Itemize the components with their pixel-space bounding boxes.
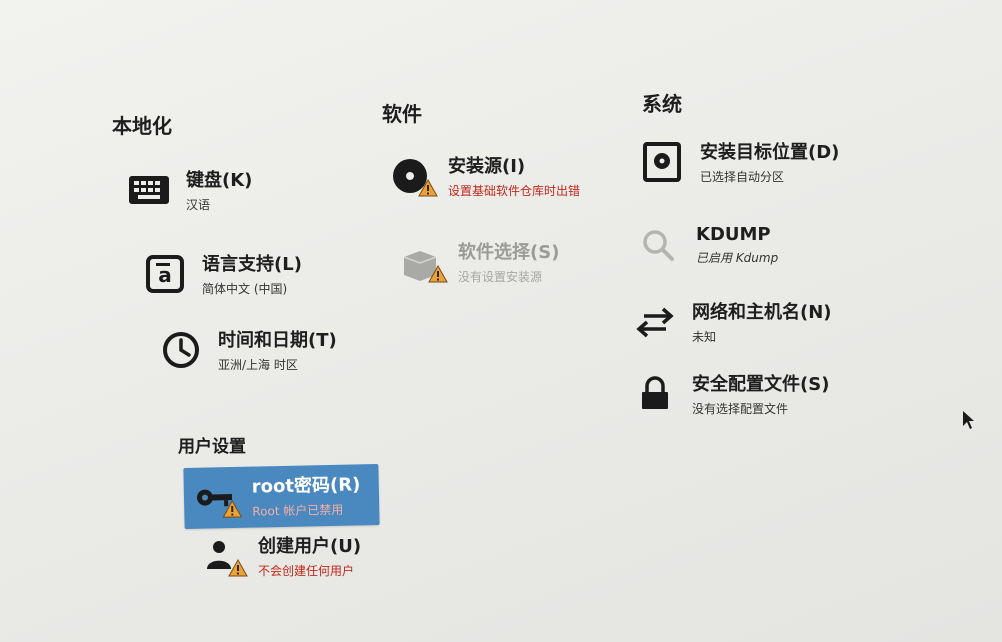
keyboard-status: 汉语 bbox=[186, 198, 211, 212]
software-heading: 软件 bbox=[382, 102, 422, 126]
language-status: 简体中文 (中国) bbox=[202, 282, 288, 296]
language-support-icon: a bbox=[142, 251, 188, 297]
root-password-status: Root 帐户已禁用 bbox=[252, 502, 344, 519]
kdump-status: 已启用 Kdump bbox=[696, 251, 779, 265]
root-password-title: root密码(R) bbox=[251, 474, 361, 498]
network-arrows-icon bbox=[632, 299, 678, 345]
hard-drive-icon bbox=[640, 139, 686, 185]
network-hostname-spoke[interactable]: 网络和主机名(N) 未知 bbox=[632, 298, 832, 345]
warning-icon bbox=[428, 264, 448, 282]
keyboard-spoke[interactable]: 键盘(K) 汉语 bbox=[126, 166, 252, 213]
key-icon bbox=[192, 473, 243, 520]
mouse-cursor-icon bbox=[963, 411, 974, 429]
package-icon bbox=[398, 239, 448, 285]
language-spoke[interactable]: a 语言支持(L) 简体中文 (中国) bbox=[142, 250, 302, 297]
warning-icon bbox=[228, 558, 248, 576]
installation-destination-spoke[interactable]: 安装目标位置(D) 已选择自动分区 bbox=[640, 138, 839, 185]
software-selection-title: 软件选择(S) bbox=[458, 242, 560, 263]
installation-summary-screen: 本地化 软件 系统 用户设置 键盘(K) 汉语 a 语言支持(L) 简体中文 (… bbox=[0, 0, 1002, 642]
root-password-spoke[interactable]: root密码(R) Root 帐户已禁用 bbox=[183, 463, 380, 530]
security-title: 安全配置文件(S) bbox=[692, 374, 830, 395]
installation-source-spoke[interactable]: 安装源(I) 设置基础软件仓库时出错 bbox=[388, 152, 580, 199]
kdump-title: KDUMP bbox=[696, 224, 771, 245]
user-icon bbox=[198, 533, 248, 579]
user-settings-heading: 用户设置 bbox=[178, 437, 246, 457]
time-title: 时间和日期(T) bbox=[218, 330, 337, 351]
time-status: 亚洲/上海 时区 bbox=[218, 358, 298, 372]
keyboard-icon bbox=[126, 167, 172, 213]
warning-icon bbox=[222, 499, 243, 518]
lock-icon bbox=[632, 371, 678, 417]
create-user-spoke[interactable]: 创建用户(U) 不会创建任何用户 bbox=[198, 532, 361, 579]
time-date-spoke[interactable]: 时间和日期(T) 亚洲/上海 时区 bbox=[158, 326, 337, 373]
create-user-title: 创建用户(U) bbox=[258, 536, 362, 557]
installation-destination-status: 已选择自动分区 bbox=[700, 170, 785, 184]
search-icon bbox=[636, 222, 682, 268]
network-title: 网络和主机名(N) bbox=[692, 302, 832, 323]
network-status: 未知 bbox=[692, 330, 717, 344]
language-title: 语言支持(L) bbox=[202, 254, 302, 275]
create-user-status: 不会创建任何用户 bbox=[258, 564, 355, 578]
system-heading: 系统 bbox=[642, 92, 682, 116]
localization-heading: 本地化 bbox=[112, 114, 172, 138]
disc-icon bbox=[388, 153, 438, 199]
keyboard-title: 键盘(K) bbox=[186, 170, 253, 191]
warning-icon bbox=[418, 178, 438, 196]
installation-destination-title: 安装目标位置(D) bbox=[700, 142, 840, 163]
security-profile-spoke[interactable]: 安全配置文件(S) 没有选择配置文件 bbox=[632, 370, 829, 417]
installation-source-status: 设置基础软件仓库时出错 bbox=[448, 184, 581, 198]
installation-source-title: 安装源(I) bbox=[448, 156, 526, 177]
security-status: 没有选择配置文件 bbox=[692, 402, 789, 416]
clock-icon bbox=[158, 327, 204, 373]
svg-text:a: a bbox=[158, 263, 172, 287]
kdump-spoke[interactable]: KDUMP 已启用 Kdump bbox=[636, 222, 778, 268]
software-selection-spoke[interactable]: 软件选择(S) 没有设置安装源 bbox=[398, 238, 559, 285]
software-selection-status: 没有设置安装源 bbox=[458, 270, 543, 284]
